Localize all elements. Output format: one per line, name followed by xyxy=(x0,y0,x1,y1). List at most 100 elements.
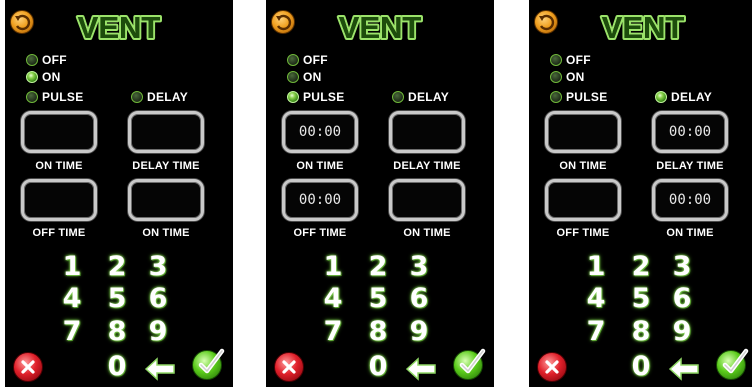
key-6[interactable]: 6 xyxy=(667,284,697,314)
backspace-arrow-icon[interactable] xyxy=(144,356,176,382)
on-time-field-2[interactable] xyxy=(389,179,465,221)
delay-time-field[interactable] xyxy=(128,111,204,153)
key-5[interactable]: 5 xyxy=(102,284,132,314)
key-5[interactable]: 5 xyxy=(363,284,393,314)
vent-panel: VENT VENT OFF ON PULSE DELAY 00:00 ON TI… xyxy=(266,0,494,387)
radio-option-pulse[interactable]: PULSE xyxy=(550,90,608,104)
on-time-field[interactable]: 00:00 xyxy=(282,111,358,153)
key-1[interactable]: 1 xyxy=(57,252,87,282)
on-time-field-2[interactable]: 00:00 xyxy=(652,179,728,221)
radio-option-on[interactable]: ON xyxy=(26,70,61,84)
radio-option-off[interactable]: OFF xyxy=(550,53,591,67)
off-time-label: OFF TIME xyxy=(293,227,347,239)
radio-delay-label: DELAY xyxy=(408,90,450,104)
key-2[interactable]: 2 xyxy=(102,252,132,282)
radio-pulse-indicator[interactable] xyxy=(26,91,38,103)
key-1[interactable]: 1 xyxy=(581,252,611,282)
key-8[interactable]: 8 xyxy=(626,317,656,347)
confirm-button[interactable] xyxy=(192,348,225,380)
key-5[interactable]: 5 xyxy=(626,284,656,314)
on-time-2-value: 00:00 xyxy=(668,192,712,208)
confirm-button[interactable] xyxy=(453,348,486,380)
radio-option-off[interactable]: OFF xyxy=(287,53,328,67)
key-4[interactable]: 4 xyxy=(581,284,611,314)
on-time-label: ON TIME xyxy=(35,160,83,172)
vent-settings-screenshots: VENT VENT OFF ON PULSE DELAY ON TIME DEL… xyxy=(0,0,752,387)
radio-delay-label: DELAY xyxy=(671,90,713,104)
on-time-label: ON TIME xyxy=(559,160,607,172)
key-8[interactable]: 8 xyxy=(102,317,132,347)
radio-option-pulse[interactable]: PULSE xyxy=(287,90,345,104)
off-time-field[interactable]: 00:00 xyxy=(282,179,358,221)
radio-on-indicator[interactable] xyxy=(550,71,562,83)
cancel-x-icon xyxy=(545,360,559,374)
radio-delay-indicator[interactable] xyxy=(131,91,143,103)
radio-option-on[interactable]: ON xyxy=(550,70,585,84)
key-3[interactable]: 3 xyxy=(404,252,434,282)
radio-option-delay[interactable]: DELAY xyxy=(655,90,712,104)
on-time-field[interactable] xyxy=(545,111,621,153)
radio-delay-indicator[interactable] xyxy=(655,91,667,103)
on-time-2-label: ON TIME xyxy=(142,227,190,239)
radio-option-off[interactable]: OFF xyxy=(26,53,67,67)
key-4[interactable]: 4 xyxy=(57,284,87,314)
radio-off-indicator[interactable] xyxy=(287,54,299,66)
on-time-2-label: ON TIME xyxy=(666,227,714,239)
radio-on-label: ON xyxy=(42,70,61,84)
delay-time-value: 00:00 xyxy=(668,124,712,140)
radio-pulse-indicator[interactable] xyxy=(550,91,562,103)
key-0[interactable]: 0 xyxy=(626,352,656,382)
on-time-value: 00:00 xyxy=(298,124,342,140)
vent-panel: VENT VENT OFF ON PULSE DELAY ON TIME DEL… xyxy=(5,0,233,387)
key-7[interactable]: 7 xyxy=(581,317,611,347)
vent-panel: VENT VENT OFF ON PULSE DELAY ON TIME 00:… xyxy=(529,0,752,387)
svg-text:VENT: VENT xyxy=(78,10,161,45)
key-9[interactable]: 9 xyxy=(667,317,697,347)
key-2[interactable]: 2 xyxy=(626,252,656,282)
key-2[interactable]: 2 xyxy=(363,252,393,282)
svg-text:VENT: VENT xyxy=(602,10,685,45)
radio-on-indicator[interactable] xyxy=(26,71,38,83)
on-time-field[interactable] xyxy=(21,111,97,153)
radio-option-delay[interactable]: DELAY xyxy=(131,90,188,104)
cancel-x-icon xyxy=(282,360,296,374)
backspace-arrow-icon[interactable] xyxy=(405,356,437,382)
cancel-button[interactable] xyxy=(274,352,304,382)
radio-off-label: OFF xyxy=(566,53,591,67)
radio-pulse-label: PULSE xyxy=(303,90,345,104)
radio-option-delay[interactable]: DELAY xyxy=(392,90,449,104)
key-4[interactable]: 4 xyxy=(318,284,348,314)
key-9[interactable]: 9 xyxy=(143,317,173,347)
key-6[interactable]: 6 xyxy=(404,284,434,314)
off-time-field[interactable] xyxy=(21,179,97,221)
key-7[interactable]: 7 xyxy=(57,317,87,347)
cancel-button[interactable] xyxy=(537,352,567,382)
delay-time-field[interactable]: 00:00 xyxy=(652,111,728,153)
on-time-field-2[interactable] xyxy=(128,179,204,221)
key-3[interactable]: 3 xyxy=(667,252,697,282)
radio-option-pulse[interactable]: PULSE xyxy=(26,90,84,104)
key-9[interactable]: 9 xyxy=(404,317,434,347)
key-0[interactable]: 0 xyxy=(102,352,132,382)
checkmark-icon xyxy=(198,348,225,374)
key-0[interactable]: 0 xyxy=(363,352,393,382)
radio-off-indicator[interactable] xyxy=(26,54,38,66)
confirm-button[interactable] xyxy=(716,348,749,380)
key-8[interactable]: 8 xyxy=(363,317,393,347)
cancel-button[interactable] xyxy=(13,352,43,382)
off-time-label: OFF TIME xyxy=(32,227,86,239)
delay-time-field[interactable] xyxy=(389,111,465,153)
off-time-field[interactable] xyxy=(545,179,621,221)
key-1[interactable]: 1 xyxy=(318,252,348,282)
radio-off-label: OFF xyxy=(42,53,67,67)
key-7[interactable]: 7 xyxy=(318,317,348,347)
radio-delay-indicator[interactable] xyxy=(392,91,404,103)
key-3[interactable]: 3 xyxy=(143,252,173,282)
radio-option-on[interactable]: ON xyxy=(287,70,322,84)
off-time-label: OFF TIME xyxy=(556,227,610,239)
radio-on-indicator[interactable] xyxy=(287,71,299,83)
radio-off-indicator[interactable] xyxy=(550,54,562,66)
key-6[interactable]: 6 xyxy=(143,284,173,314)
radio-pulse-indicator[interactable] xyxy=(287,91,299,103)
backspace-arrow-icon[interactable] xyxy=(668,356,700,382)
